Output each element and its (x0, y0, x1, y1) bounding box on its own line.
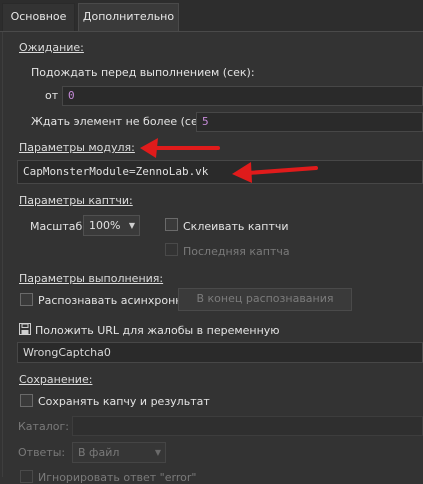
end-of-recognition-button[interactable]: В конец распознавания (178, 288, 352, 311)
wait-element-label: Ждать элемент не более (сек): (31, 115, 213, 128)
tab-advanced[interactable]: Дополнительно (78, 3, 179, 31)
module-params-input[interactable]: CapMonsterModule=ZennoLab.vk (17, 160, 423, 184)
chevron-down-icon: ▼ (128, 221, 135, 230)
catalog-input[interactable] (72, 416, 423, 436)
tab-main[interactable]: Основное (2, 3, 75, 31)
complaint-url-label: Положить URL для жалобы в переменную (35, 324, 280, 337)
captcha-section-title: Параметры каптчи: (19, 194, 133, 207)
panel-edge (2, 32, 3, 477)
complaint-variable-value: WrongCaptcha0 (23, 346, 111, 359)
glue-captcha-label: Склеивать каптчи (183, 220, 289, 233)
async-label: Распознавать асинхронно (38, 294, 190, 307)
arrow-annotation-module-value (232, 162, 318, 183)
last-captcha-label: Последняя каптча (183, 245, 290, 258)
save-captcha-checkbox[interactable] (20, 394, 33, 407)
save-captcha-label: Сохранять капчу и результат (38, 395, 210, 408)
answers-value: В файл (78, 446, 120, 459)
saving-section-title: Сохранение: (19, 373, 93, 386)
glue-captcha-checkbox[interactable] (165, 218, 178, 231)
delay-from-input[interactable]: 0 (62, 86, 423, 106)
save-icon (19, 323, 31, 338)
execution-section-title: Параметры выполнения: (19, 272, 164, 285)
module-section-title: Параметры модуля: (19, 141, 135, 154)
ignore-error-label: Игнорировать ответ "error" (38, 471, 197, 484)
delay-from-label: от (45, 89, 59, 102)
async-checkbox[interactable] (20, 293, 33, 306)
chevron-down-icon: ▼ (154, 448, 161, 457)
scale-select[interactable]: 100% ▼ (83, 215, 140, 236)
module-params-value: CapMonsterModule=ZennoLab.vk (23, 165, 209, 178)
tab-divider (0, 31, 423, 32)
wait-element-value: 5 (202, 115, 209, 128)
complaint-variable-input[interactable]: WrongCaptcha0 (17, 342, 423, 363)
delay-from-value: 0 (68, 89, 75, 102)
waiting-section-title: Ожидание: (19, 41, 84, 54)
answers-label: Ответы: (18, 446, 66, 459)
scale-value: 100% (89, 219, 121, 232)
scale-label: Масштаб (30, 220, 83, 233)
answers-select[interactable]: В файл ▼ (72, 442, 166, 463)
arrow-annotation-module-title (140, 138, 220, 158)
wait-element-input[interactable]: 5 (196, 112, 423, 132)
delay-label: Подождать перед выполнением (сек): (31, 66, 255, 79)
last-captcha-checkbox[interactable] (165, 243, 178, 256)
catalog-label: Каталог: (18, 420, 69, 433)
